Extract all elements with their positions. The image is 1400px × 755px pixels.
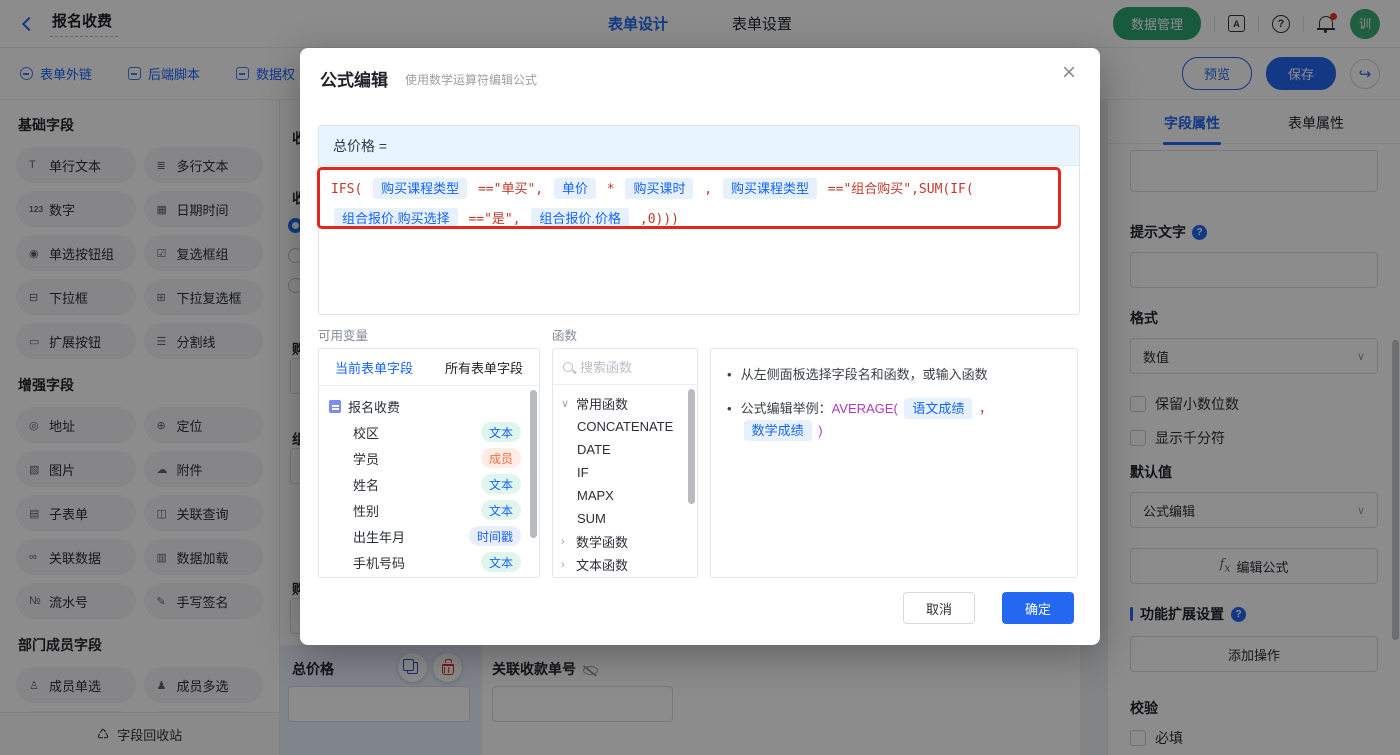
formula-input[interactable]: IFS( 购买课程类型 =="单买", 单价 * 购买课时 , 购买课程类型 =… [319,166,1079,244]
formula-text: =="单买", [470,182,551,197]
group-label: 文本函数 [576,558,629,573]
formula-text: AVERAGE( [831,401,902,416]
bullet: • [727,401,732,416]
variable-name: 姓名 [353,477,380,493]
tip-text: 从左侧面板选择字段名和函数，或输入函数 [740,367,988,382]
variables-tree: 报名收费 校区 文本 学员 成员 姓名 文本 性别 文本 出生年月 时间戳 手机号码 文本 [319,386,539,575]
formula-text: 公式编辑举例： [740,401,832,416]
chevron-down-icon: ∨ [561,398,570,410]
tree-form-node[interactable]: 报名收费 [329,393,539,419]
variable-row[interactable]: 姓名 文本 [329,471,539,497]
close-icon[interactable]: × [1062,61,1076,85]
variable-row[interactable]: 学员 成员 [329,445,539,471]
app-root: 报名收费 表单设计 表单设置 数据管理 A ? 训 表单外链 后端脚本 数据权 … [0,0,1400,755]
type-badge: 文本 [480,474,521,494]
variable-name: 性别 [353,503,380,519]
formula-field-token: 单价 [553,178,596,199]
type-badge: 文本 [480,552,521,572]
form-doc-icon [329,399,341,413]
tips-box: • 从左侧面板选择字段名和函数，或输入函数 • 公式编辑举例：AVERAGE( 语文… [710,348,1078,578]
tip-example: 公式编辑举例：AVERAGE( 语文成绩 ， 数学成绩 ) [741,398,1061,442]
group-common-functions[interactable]: ∨ 常用函数 [561,392,697,415]
function-search[interactable]: 搜索函数 [553,349,697,385]
variable-name: 校区 [353,425,380,441]
search-icon [563,361,573,372]
formula-text: ， [975,401,993,416]
formula-field-token: 购买课时 [625,178,694,199]
function-item-date[interactable]: DATE [561,438,697,461]
formula-field-token: 数学成绩 [743,420,812,441]
type-badge: 时间戳 [468,526,521,546]
group-label: 常用函数 [576,397,629,412]
formula-field-token: 购买课程类型 [722,178,817,199]
formula-text: * [598,182,623,197]
formula-text: , [696,182,720,197]
formula-text: ,0))) [632,212,680,227]
confirm-button[interactable]: 确定 [1002,592,1074,624]
formula-text: =="组合购买",SUM(IF( [819,182,974,197]
formula-editor: 总价格 = IFS( 购买课程类型 =="单买", 单价 * 购买课时 , 购买… [318,125,1080,315]
function-item-mapx[interactable]: MAPX [561,484,697,507]
modal-title: 公式编辑 [320,71,388,90]
variable-row[interactable]: 校区 文本 [329,419,539,445]
tip-line-2: • 公式编辑举例：AVERAGE( 语文成绩 ， 数学成绩 ) [727,398,1061,442]
type-badge: 成员 [480,448,521,468]
variable-row[interactable]: 出生年月 时间戳 [329,523,539,549]
function-item-if[interactable]: IF [561,461,697,484]
functions-label: 函数 [552,329,578,343]
search-placeholder: 搜索函数 [580,360,633,375]
tip-line-1: • 从左侧面板选择字段名和函数，或输入函数 [727,364,1061,386]
formula-field-token: 组合报价.价格 [531,208,630,229]
functions-scrollbar[interactable] [688,389,695,504]
function-item-concatenate[interactable]: CONCATENATE [561,415,697,438]
tab-current-form-fields[interactable]: 当前表单字段 [319,358,429,377]
chevron-right-icon: › [561,535,565,548]
formula-field-token: 购买课程类型 [373,178,468,199]
form-node-label: 报名收费 [348,399,401,415]
formula-field-token: 语文成绩 [904,398,973,419]
group-text-functions[interactable]: › 文本函数 [561,553,697,576]
formula-text: IFS( [331,182,371,197]
chevron-right-icon: › [561,558,565,571]
variables-scrollbar[interactable] [530,390,537,538]
functions-tree: ∨ 常用函数 CONCATENATE DATE IF MAPX SUM › 数学函数… [553,385,697,576]
bullet: • [727,367,732,382]
group-label: 数学函数 [576,535,629,550]
variable-name: 学员 [353,451,380,467]
functions-box: 搜索函数 ∨ 常用函数 CONCATENATE DATE IF MAPX SUM … [552,348,698,578]
variables-box: 当前表单字段 所有表单字段 报名收费 校区 文本 学员 成员 姓名 文本 性别 文本 出… [318,348,540,578]
tab-all-form-fields[interactable]: 所有表单字段 [429,358,539,377]
variable-name: 出生年月 [353,529,406,545]
type-badge: 文本 [480,500,521,520]
modal-subtitle: 使用数学运算符编辑公式 [405,73,538,87]
cancel-button[interactable]: 取消 [903,592,975,624]
formula-result-label: 总价格 = [319,126,1079,166]
variables-label: 可用变量 [318,329,369,343]
variables-tabs: 当前表单字段 所有表单字段 [319,349,539,386]
variable-row[interactable]: 性别 文本 [329,497,539,523]
formula-text: ) [814,423,823,438]
function-item-sum[interactable]: SUM [561,507,697,530]
type-badge: 文本 [480,422,521,442]
formula-text: =="是", [460,212,529,227]
formula-editor-modal: 公式编辑 使用数学运算符编辑公式 × 总价格 = IFS( 购买课程类型 =="… [300,48,1100,645]
group-math-functions[interactable]: › 数学函数 [561,530,697,553]
variable-row[interactable]: 手机号码 文本 [329,549,539,575]
formula-field-token: 组合报价.购买选择 [334,208,458,229]
variable-name: 手机号码 [353,555,406,571]
